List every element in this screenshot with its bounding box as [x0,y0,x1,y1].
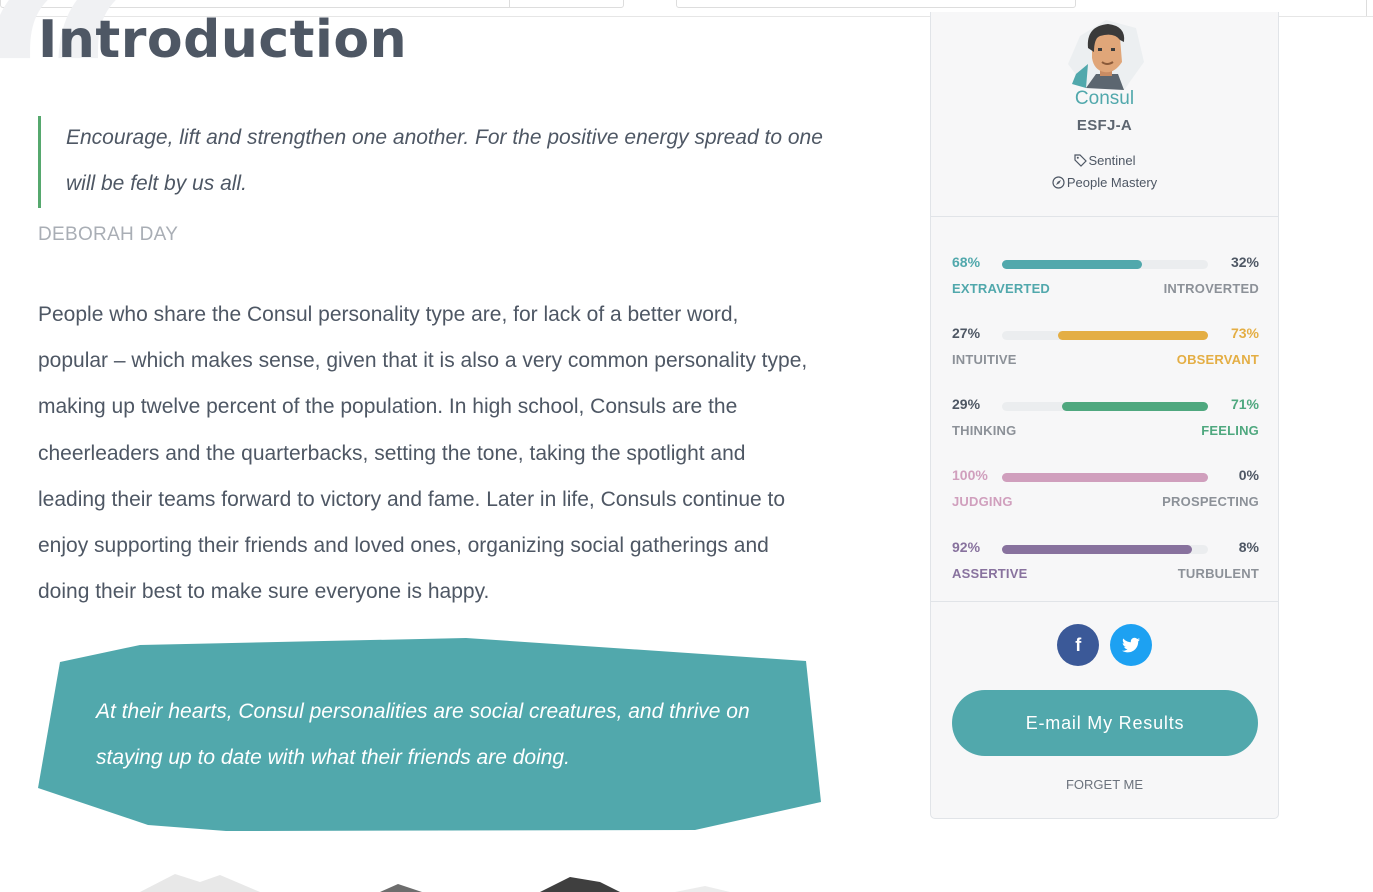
trait-bar-fill [1002,545,1192,554]
consul-avatar-icon [1068,20,1144,90]
trait-tactics: 100% 0% JUDGING PROSPECTING [952,466,1259,516]
facebook-icon: f [1075,635,1082,655]
blockquote: Encourage, lift and strengthen one anoth… [38,116,828,208]
section-title: Introduction [38,10,408,70]
quote-text: Encourage, lift and strengthen one anoth… [66,126,823,195]
compass-icon [1052,176,1065,189]
trait-left-percent: 29% [952,396,981,412]
trait-right-label: INTROVERTED [1163,281,1259,296]
trait-bar-track [1002,260,1208,269]
trait-right-label: PROSPECTING [1162,494,1259,509]
trait-left-percent: 100% [952,467,988,483]
trait-bar-fill [1002,473,1208,482]
trait-right-percent: 32% [1230,254,1259,270]
type-name: Consul [1074,88,1135,109]
trait-left-percent: 92% [952,539,981,555]
trait-right-percent: 0% [1238,467,1259,483]
email-results-button[interactable]: E-mail My Results [952,690,1258,756]
callout-text: At their hearts, Consul personalities ar… [96,700,750,769]
strategy-label: People Mastery [1066,175,1158,190]
trait-right-percent: 71% [1230,396,1259,412]
trait-bar-fill [1057,331,1208,340]
trait-left-label: THINKING [952,423,1017,438]
profile-header: Consul ESFJ-A Sentinel People Mastery [931,12,1278,217]
trait-right-label: FEELING [1201,423,1259,438]
trait-bar-fill [1061,402,1208,411]
tag-icon [1073,154,1087,167]
trait-energy: 27% 73% INTUITIVE OBSERVANT [952,324,1259,374]
strategy-line: People Mastery [931,175,1278,190]
trait-identity: 92% 8% ASSERTIVE TURBULENT [952,538,1259,588]
trait-right-label: OBSERVANT [1176,352,1259,367]
trait-left-percent: 27% [952,325,981,341]
facebook-share-button[interactable]: f [1057,624,1100,666]
trait-right-percent: 8% [1238,539,1259,555]
twitter-share-button[interactable] [1109,624,1152,666]
role-label: Sentinel [1088,153,1136,168]
trait-bar-track [1002,402,1208,411]
type-code: ESFJ-A [1076,117,1133,134]
trait-bar-track [1002,545,1208,554]
trait-bar-track [1002,331,1208,340]
twitter-icon [1121,637,1140,653]
trait-left-label: ASSERTIVE [952,566,1028,581]
trait-left-label: INTUITIVE [952,352,1017,367]
social-share: f [931,624,1278,666]
trait-mind: 68% 32% EXTRAVERTED INTROVERTED [952,253,1259,303]
trait-left-label: JUDGING [952,494,1013,509]
trait-bars: 68% 32% EXTRAVERTED INTROVERTED 27% 73% … [931,217,1278,602]
forget-me-link[interactable]: FORGET ME [931,777,1278,792]
trait-nature: 29% 71% THINKING FEELING [952,395,1259,445]
decorative-shapes [140,874,730,892]
trait-right-label: TURBULENT [1177,566,1259,581]
trait-bar-fill [1002,260,1143,269]
results-panel: Consul ESFJ-A Sentinel People Mastery 68… [930,12,1279,819]
trait-bar-track [1002,473,1208,482]
intro-paragraph: People who share the Consul personality … [38,303,808,604]
callout-box: At their hearts, Consul personalities ar… [38,638,822,832]
quote-author: DEBORAH DAY [38,224,179,245]
trait-left-label: EXTRAVERTED [952,281,1051,296]
trait-right-percent: 73% [1230,325,1259,341]
role-line: Sentinel [931,153,1278,168]
trait-left-percent: 68% [952,254,981,270]
top-input-box-secondary[interactable] [676,0,1076,8]
